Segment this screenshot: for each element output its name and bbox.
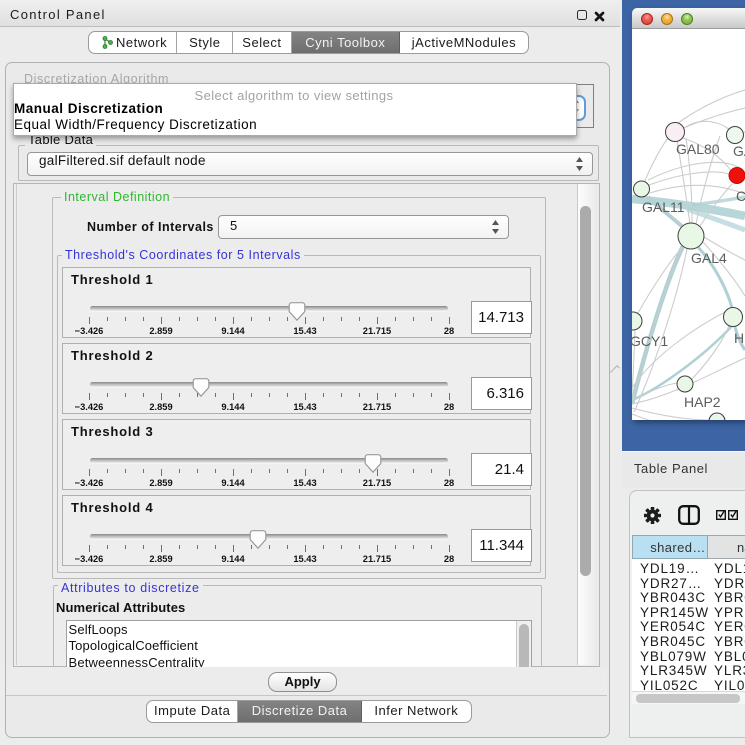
svg-text:GAL4: GAL4 (691, 250, 727, 266)
svg-text:GAL80: GAL80 (676, 141, 720, 157)
svg-text:HAP2: HAP2 (684, 394, 721, 410)
svg-text:GCY1: GCY1 (632, 333, 668, 349)
svg-text:H: H (734, 330, 744, 346)
svg-text:GAL11: GAL11 (642, 199, 685, 215)
svg-text:C: C (736, 188, 745, 204)
svg-text:GA: GA (733, 143, 745, 159)
